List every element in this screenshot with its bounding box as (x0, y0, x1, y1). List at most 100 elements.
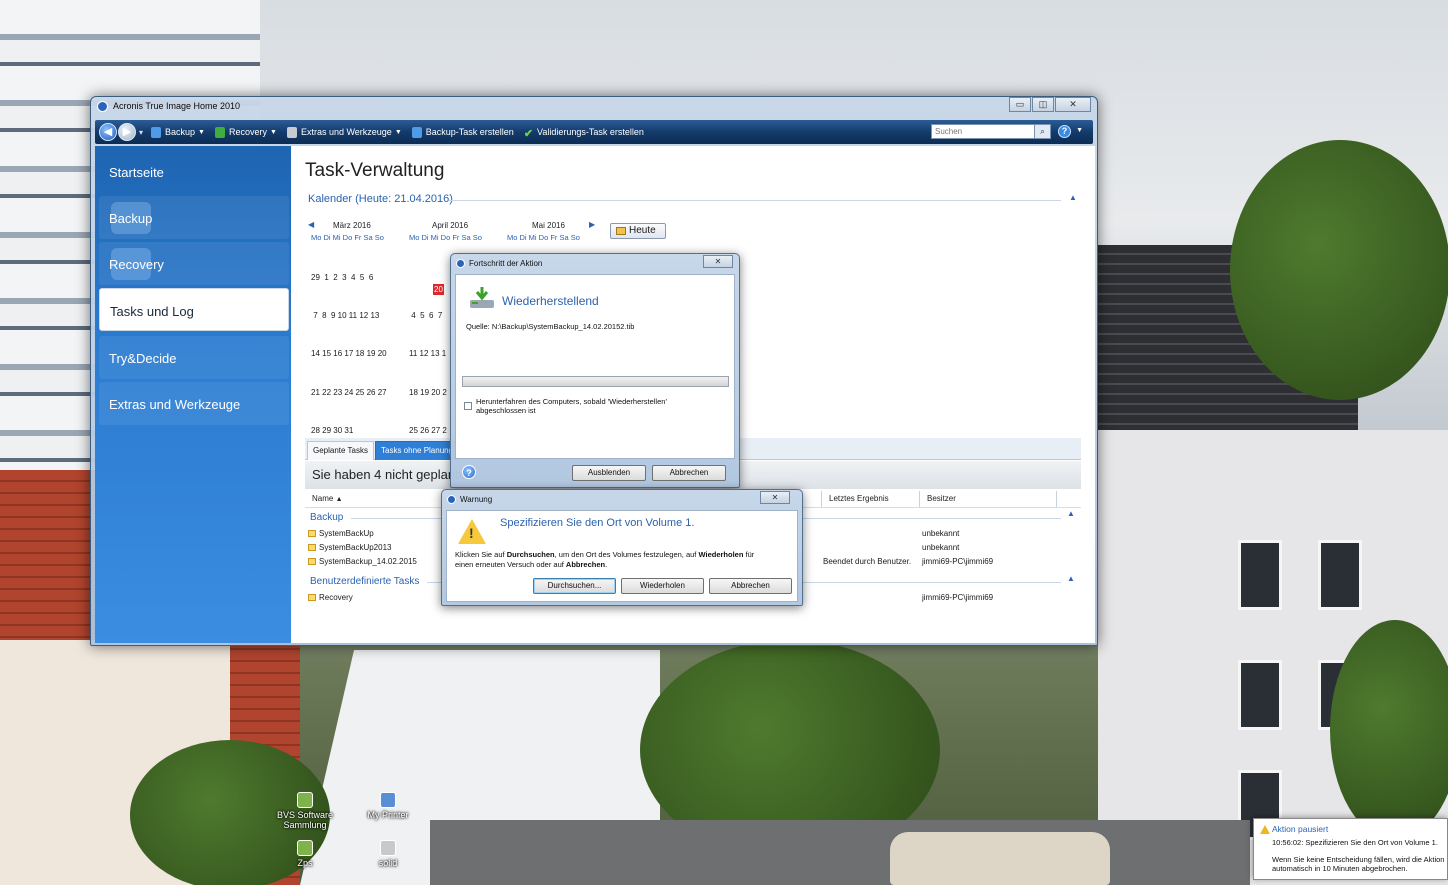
calendar-week: 29 1 2 3 4 5 6 (311, 272, 374, 282)
retry-button[interactable]: Wiederholen (621, 578, 704, 594)
calendar-icon (616, 227, 626, 235)
shutdown-label: Herunterfahren des Computers, sobald 'Wi… (476, 397, 667, 415)
today-button[interactable]: Heute (610, 223, 666, 239)
calendar-week: 28 29 30 31 (311, 426, 354, 436)
calendar-prev-icon[interactable]: ◀ (308, 220, 314, 229)
collapse-group-icon[interactable]: ▲ (1067, 509, 1075, 518)
hide-button[interactable]: Ausblenden (572, 465, 646, 481)
toolbar-tools-menu[interactable]: Extras und Werkzeuge ▼ (286, 126, 402, 138)
tab-unscheduled[interactable]: Tasks ohne Planung (375, 441, 460, 460)
tab-scheduled[interactable]: Geplante Tasks (307, 441, 374, 460)
source-path: Quelle: N:\Backup\SystemBackup_14.02.201… (466, 322, 635, 331)
group-label[interactable]: Backup (310, 512, 343, 523)
calendar-grid-march[interactable]: 29 1 2 3 4 5 6 7 8 9 10 11 12 13 14 15 1… (311, 246, 387, 464)
nav-history-dropdown[interactable]: ▾ (139, 128, 143, 137)
app-icon (97, 101, 108, 112)
calendar-next-icon[interactable]: ▶ (589, 220, 595, 229)
table-row[interactable]: SystemBackUp2013 (308, 543, 391, 552)
calendar-grid-april[interactable]: 4 5 6 7 11 12 13 1 18 19 20 2 25 26 27 2 (409, 246, 447, 464)
minimize-button[interactable]: ▭ (1009, 97, 1031, 112)
toolbar-label: Extras und Werkzeuge (300, 127, 392, 137)
chevron-down-icon[interactable]: ▼ (1076, 127, 1083, 134)
sidebar-item-recovery[interactable]: Recovery (99, 242, 289, 285)
task-owner: jimmi69-PC\jimmi69 (922, 593, 994, 602)
today-button-label: Heute (629, 225, 656, 236)
calendar-week: 4 5 6 7 (409, 310, 443, 320)
shutdown-checkbox[interactable] (464, 402, 472, 410)
desktop-icon-label: BVS Software Sammlung (276, 810, 334, 830)
collapse-group-icon[interactable]: ▲ (1067, 574, 1075, 583)
table-row[interactable]: SystemBackUp (308, 529, 374, 538)
tray-notification[interactable]: Aktion pausiert 10:56:02: Spezifizieren … (1253, 818, 1448, 880)
column-header-last-result[interactable]: Letztes Ergebnis (829, 491, 889, 507)
background-car (890, 832, 1110, 885)
group-label[interactable]: Benutzerdefinierte Tasks (310, 576, 419, 587)
help-button[interactable]: ? (1058, 125, 1071, 138)
column-label: Name (312, 494, 334, 503)
sidebar: Startseite Backup Recovery Tasks und Log… (95, 146, 291, 643)
printer-icon (380, 792, 396, 808)
sidebar-item-backup[interactable]: Backup (99, 196, 289, 239)
toolbar-backup-menu[interactable]: Backup ▼ (151, 126, 205, 138)
sidebar-item-label: Startseite (109, 165, 164, 180)
calendar-week (409, 272, 447, 285)
browse-button[interactable]: Durchsuchen... (533, 578, 616, 594)
desktop-icon[interactable]: solid (353, 840, 423, 868)
title-bar[interactable]: Acronis True Image Home 2010 ▭ ◫ ✕ (91, 97, 1097, 117)
dialog-title: Fortschritt der Aktion (469, 259, 543, 268)
chevron-down-icon: ▼ (198, 128, 205, 136)
table-row[interactable]: SystemBackup_14.02.2015 (308, 557, 417, 566)
software-collection-icon (297, 792, 313, 808)
back-button[interactable]: ◀ (99, 123, 117, 141)
table-row[interactable]: Recovery (308, 593, 353, 602)
sidebar-item-tools[interactable]: Extras und Werkzeuge (99, 382, 289, 425)
sidebar-item-try-decide[interactable]: Try&Decide (99, 336, 289, 379)
collapse-calendar-icon[interactable]: ▲ (1069, 193, 1077, 202)
backup-task-icon (411, 126, 422, 138)
sidebar-item-tasks-log[interactable]: Tasks und Log (99, 288, 289, 331)
shutdown-label-line: abgeschlossen ist (476, 406, 536, 415)
toolbar-recovery-menu[interactable]: Recovery ▼ (214, 126, 277, 138)
column-header-name[interactable]: Name ▲ (312, 491, 343, 507)
sidebar-item-home[interactable]: Startseite (99, 150, 289, 193)
warning-icon (1260, 825, 1270, 834)
column-header-owner[interactable]: Besitzer (927, 491, 956, 507)
app-icon (447, 495, 456, 504)
tools-icon (286, 126, 297, 138)
toolbar-label: Backup-Task erstellen (425, 127, 514, 137)
cancel-button[interactable]: Abbrechen (652, 465, 726, 481)
dialog-body: ! Spezifizieren Sie den Ort von Volume 1… (446, 510, 798, 602)
warning-message: Klicken Sie auf Durchsuchen, um den Ort … (455, 550, 755, 569)
desktop-icon[interactable]: Zps (270, 840, 340, 868)
desktop-icon[interactable]: BVS Software Sammlung (270, 792, 340, 830)
task-folder-icon (308, 544, 316, 551)
cancel-button[interactable]: Abbrechen (709, 578, 792, 594)
calendar-week: 11 12 13 1 (409, 349, 447, 359)
sort-icon: ▲ (335, 496, 343, 503)
progress-dialog: Fortschritt der Aktion ✕ Wiederherstelle… (450, 253, 740, 488)
calendar-week: 18 19 20 2 (409, 387, 447, 397)
calendar-today-cell[interactable]: 20 (433, 284, 444, 295)
close-button[interactable]: ✕ (1055, 97, 1091, 112)
close-button[interactable]: ✕ (703, 255, 733, 268)
app-icon (456, 259, 465, 268)
toolbar-create-validation-task[interactable]: ✔ Validierungs-Task erstellen (524, 127, 644, 140)
close-button[interactable]: ✕ (760, 491, 790, 504)
dialog-heading: Wiederherstellend (502, 294, 599, 308)
help-icon[interactable]: ? (462, 465, 476, 479)
forward-button[interactable]: ▶ (118, 123, 136, 141)
recovery-icon (214, 126, 225, 138)
toolbar-label: Backup (165, 127, 196, 137)
search-input[interactable] (932, 125, 1034, 138)
desktop-icon[interactable]: My Printer (353, 792, 423, 820)
calendar-weekdays: Mo Di Mi Do Fr Sa So (507, 233, 580, 242)
search-icon[interactable]: ⌕ (1034, 125, 1050, 138)
maximize-button[interactable]: ◫ (1032, 97, 1054, 112)
toolbar-create-backup-task[interactable]: Backup-Task erstellen (411, 126, 514, 138)
toolbar-label: Validierungs-Task erstellen (537, 127, 644, 137)
desktop-icon-label: Zps (297, 858, 313, 868)
calendar-weekdays: Mo Di Mi Do Fr Sa So (311, 233, 384, 242)
solid-icon (380, 840, 396, 856)
calendar-week: 14 15 16 17 18 19 20 (311, 349, 387, 359)
page-title: Task-Verwaltung (305, 160, 445, 181)
